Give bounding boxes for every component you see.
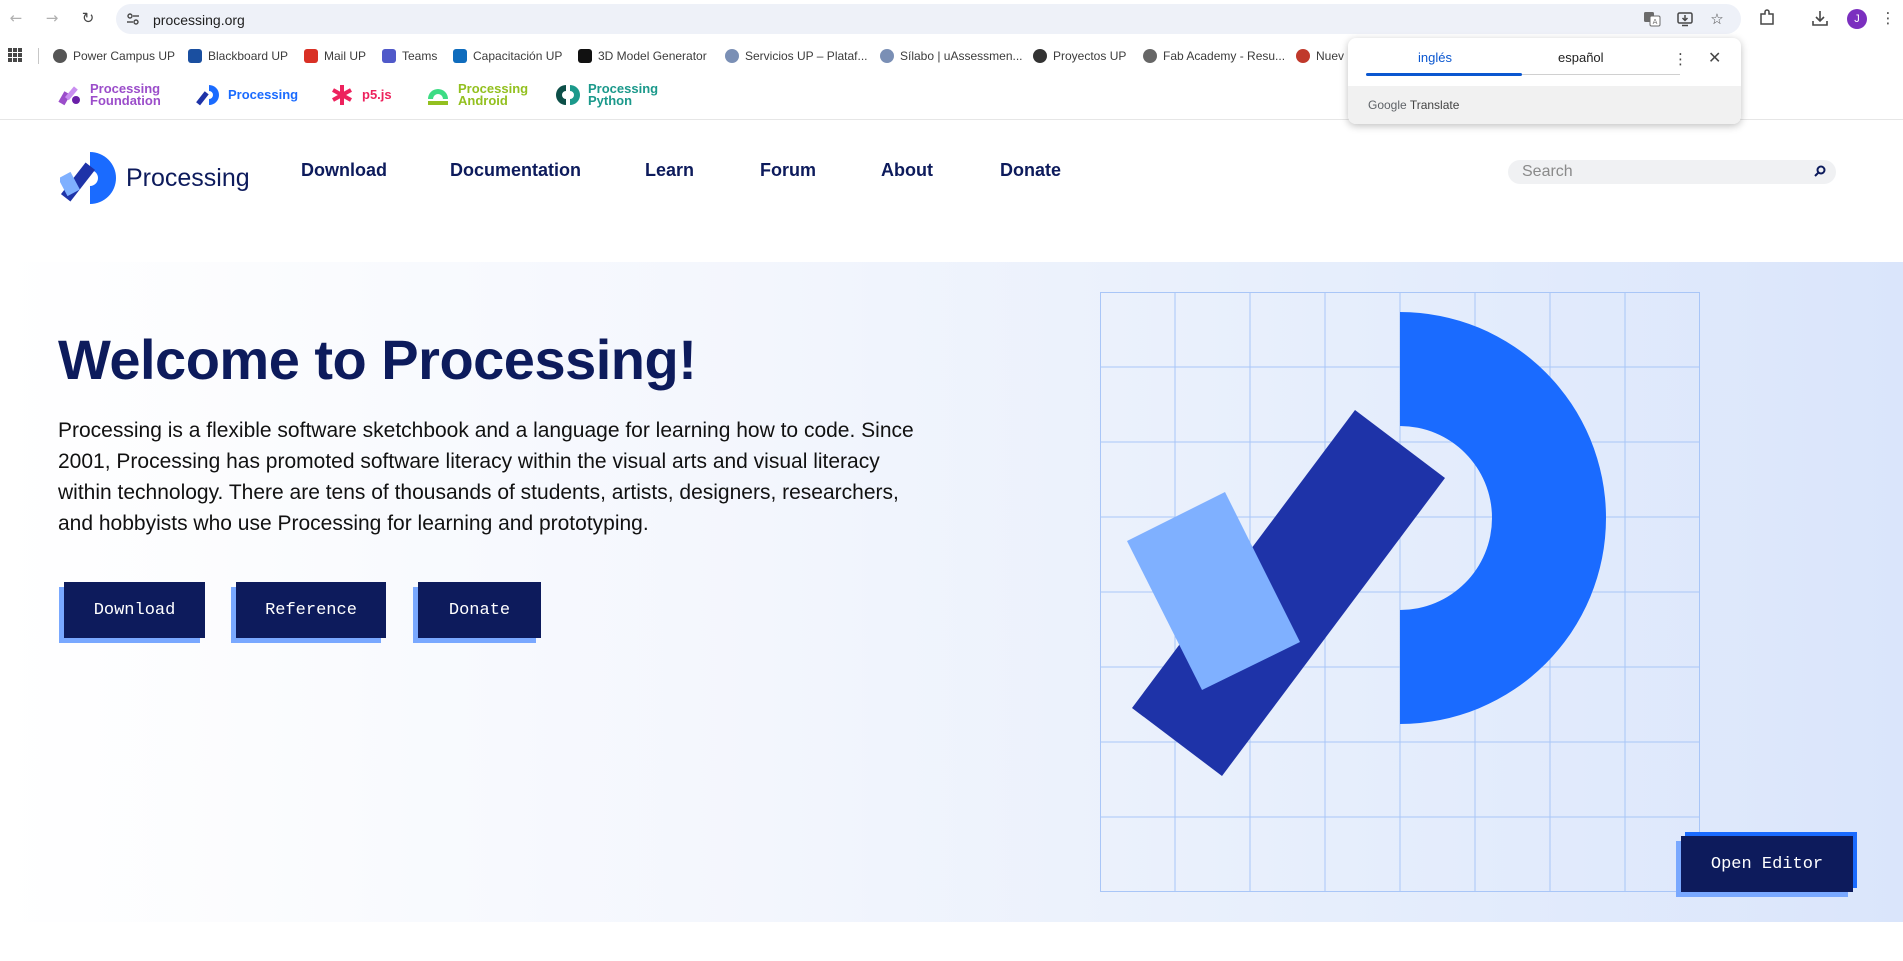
translate-icon[interactable]: A [1643,10,1661,28]
star-icon[interactable]: ☆ [1708,10,1726,28]
site-processing[interactable]: Processing [196,83,298,107]
forward-icon[interactable]: → [42,8,62,28]
p5js-asterisk-icon [332,85,352,105]
model-generator-icon [578,49,592,63]
bookmark-proyectos[interactable]: Proyectos UP [1033,48,1126,64]
nav-download[interactable]: Download [301,160,387,181]
active-tab-indicator [1366,73,1522,76]
outlook-icon [453,49,467,63]
bookmarks-separator [38,48,39,64]
reload-icon[interactable]: ↻ [78,8,98,28]
translate-footer: Google Translate [1348,86,1741,124]
site-processing-python[interactable]: Processing Python [556,82,658,107]
globe-icon [53,49,67,63]
browser-toolbar: ← → ↻ processing.org A ☆ J ⋮ [0,0,1903,38]
downloads-icon[interactable] [1810,8,1830,28]
search-icon[interactable] [1812,164,1828,180]
translate-source-tab[interactable]: inglés [1418,50,1452,65]
donate-button[interactable]: Donate [418,582,541,638]
nav-documentation[interactable]: Documentation [450,160,581,181]
bookmark-blackboard[interactable]: Blackboard UP [188,48,288,64]
nueva-icon [1296,49,1310,63]
blackboard-icon [188,49,202,63]
site-processing-android[interactable]: Processing Android [426,82,528,107]
translate-target-tab[interactable]: español [1558,50,1604,65]
processing-arc-shape [1400,312,1606,724]
translate-product-label: Translate [1409,98,1460,112]
bookmark-mail[interactable]: Mail UP [304,48,366,64]
nav-donate[interactable]: Donate [1000,160,1061,181]
install-icon[interactable] [1676,10,1694,28]
nav-forum[interactable]: Forum [760,160,816,181]
hero-title: Welcome to Processing! [58,328,697,391]
bookmark-silabo[interactable]: Sílabo | uAssessmen... [880,48,1023,64]
extensions-icon[interactable] [1757,8,1777,28]
brand-name: Processing [126,163,250,192]
processing-logo-icon [60,152,116,204]
processing-android-icon [428,89,448,105]
open-editor-button[interactable]: Open Editor [1681,836,1853,892]
bookmark-fab-academy[interactable]: Fab Academy - Resu... [1143,48,1285,64]
bookmark-servicios[interactable]: Servicios UP – Plataf... [725,48,868,64]
gmail-icon [304,49,318,63]
svg-text:A: A [1653,18,1658,26]
bookmark-teams[interactable]: Teams [382,48,437,64]
nav-about[interactable]: About [881,160,933,181]
translate-options-icon[interactable]: ⋮ [1673,50,1688,68]
download-button[interactable]: Download [64,582,205,638]
bookmark-capacitacion[interactable]: Capacitación UP [453,48,562,64]
reference-button[interactable]: Reference [236,582,386,638]
back-icon[interactable]: ← [6,8,26,28]
browser-menu-icon[interactable]: ⋮ [1878,8,1898,28]
site-p5js[interactable]: p5.js [330,83,392,107]
bookmark-power-campus[interactable]: Power Campus UP [53,48,175,64]
site-settings-icon[interactable] [126,12,140,26]
university-seal-icon [725,49,739,63]
search-input[interactable] [1508,160,1836,184]
fab-academy-icon [1143,49,1157,63]
processing-hero-illustration [1100,292,1700,892]
close-icon[interactable]: ✕ [1708,48,1721,67]
processing-brand-logo[interactable]: Processing [60,150,250,206]
teams-icon [382,49,396,63]
nav-learn[interactable]: Learn [645,160,694,181]
address-bar[interactable]: processing.org A ☆ [116,4,1741,34]
bookmark-3d-model[interactable]: 3D Model Generator [578,48,707,64]
apps-grid-icon[interactable] [8,48,22,62]
url-text[interactable]: processing.org [153,12,245,28]
google-wordmark: Google [1368,98,1407,112]
processing-python-icon [556,85,580,105]
translate-popup: inglés español ⋮ ✕ Google Translate [1348,38,1741,124]
bookmark-nueva[interactable]: Nuev [1296,48,1344,64]
processing-icon [196,85,219,106]
proyectos-icon [1033,49,1047,63]
site-processing-foundation[interactable]: Processing Foundation [58,82,161,107]
profile-avatar[interactable]: J [1847,9,1867,29]
tab-divider [1522,74,1680,75]
university-seal-icon [880,49,894,63]
processing-foundation-icon [58,86,80,106]
hero-description: Processing is a flexible software sketch… [58,419,914,535]
